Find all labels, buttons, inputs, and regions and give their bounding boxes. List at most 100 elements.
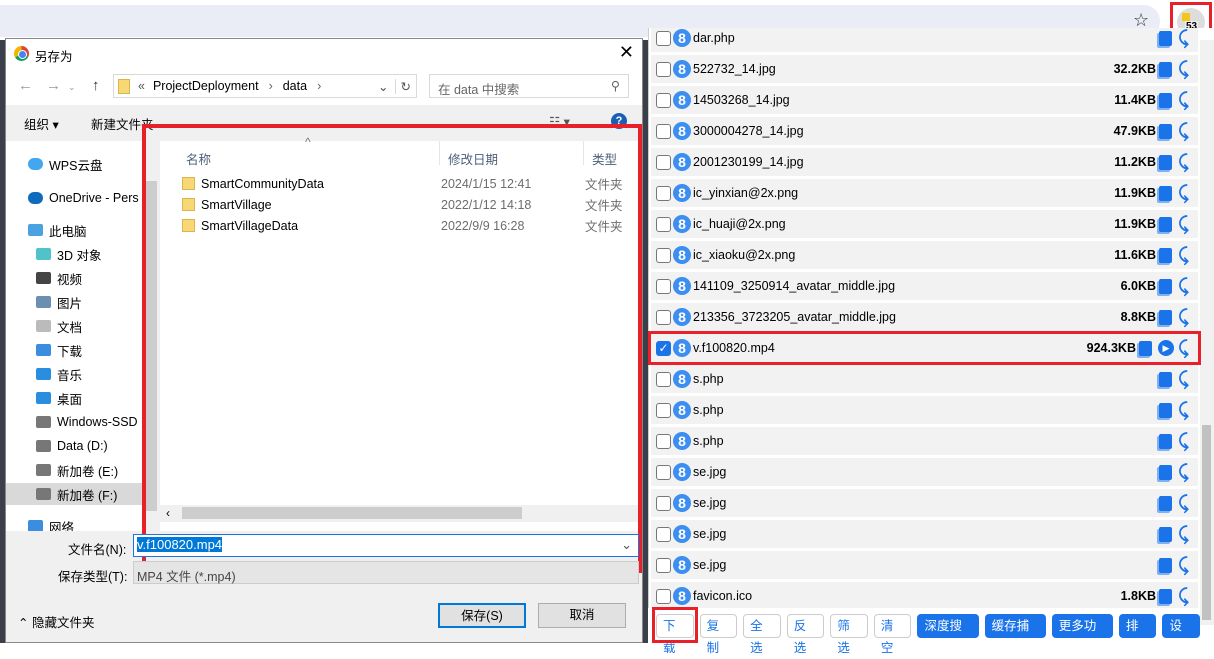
list-item[interactable]: 8 ic_huaji@2x.png 11.9KB ⤹ — [651, 210, 1198, 238]
tree-item[interactable]: 新加卷 (E:) — [36, 459, 118, 481]
copy-icon[interactable] — [1159, 371, 1172, 387]
copy-icon[interactable] — [1159, 557, 1172, 573]
download-icon[interactable]: ⤹ — [1178, 59, 1192, 80]
tree-item[interactable]: 3D 对象 — [36, 243, 101, 265]
close-icon[interactable]: ✕ — [619, 42, 634, 63]
tree-item[interactable]: OneDrive - Pers — [28, 187, 139, 209]
panel-button[interactable]: 深度搜索 — [917, 613, 979, 655]
list-item[interactable]: 8 se.jpg ⤹ — [651, 489, 1198, 517]
list-item[interactable]: 8 3000004278_14.jpg 47.9KB ⤹ — [651, 117, 1198, 145]
download-icon[interactable]: ⤹ — [1178, 90, 1192, 111]
list-item[interactable]: 8 213356_3723205_avatar_middle.jpg 8.8KB… — [651, 303, 1198, 331]
panel-button[interactable]: 排序 — [1118, 613, 1157, 655]
copy-icon[interactable] — [1159, 433, 1172, 449]
download-icon[interactable]: ⤹ — [1178, 183, 1192, 204]
panel-button[interactable]: 缓存捕捉 — [984, 613, 1046, 655]
organize-menu[interactable]: 组织 ▾ — [24, 114, 59, 133]
chevron-down-icon[interactable]: ⌄ — [378, 79, 388, 94]
panel-button[interactable]: 设置 — [1162, 613, 1201, 655]
tree-item[interactable]: 音乐 — [36, 363, 82, 385]
tree-item[interactable]: 新加卷 (F:) — [6, 483, 143, 505]
item-checkbox[interactable] — [656, 433, 671, 449]
panel-button[interactable]: 更多功能 — [1051, 613, 1113, 655]
item-checkbox[interactable] — [656, 371, 671, 387]
item-checkbox[interactable] — [656, 495, 671, 511]
tree-item[interactable]: Windows-SSD — [36, 411, 138, 433]
tree-item[interactable]: Data (D:) — [36, 435, 108, 457]
copy-icon[interactable] — [1159, 526, 1172, 542]
panel-button[interactable]: 复制 — [699, 613, 738, 655]
tree-item[interactable]: 下载 — [36, 339, 82, 361]
download-icon[interactable]: ⤹ — [1178, 152, 1192, 173]
copy-icon[interactable] — [1159, 92, 1172, 108]
tree-item[interactable]: WPS云盘 — [28, 153, 102, 175]
item-checkbox[interactable] — [656, 123, 671, 139]
recent-chevron-icon[interactable]: ⌄ — [68, 82, 76, 93]
tree-item[interactable]: 此电脑 — [28, 219, 87, 241]
download-icon[interactable]: ⤹ — [1178, 276, 1192, 297]
panel-scrollbar[interactable] — [1200, 40, 1214, 625]
item-checkbox[interactable] — [656, 185, 671, 201]
list-item[interactable]: 8 2001230199_14.jpg 11.2KB ⤹ — [651, 148, 1198, 176]
breadcrumb-item[interactable]: ProjectDeployment — [153, 79, 259, 93]
cancel-button[interactable]: 取消 — [538, 603, 626, 628]
panel-button[interactable]: 全选 — [743, 613, 781, 655]
copy-icon[interactable] — [1159, 154, 1172, 170]
refresh-icon[interactable]: ↻ — [394, 78, 416, 94]
list-item[interactable]: 8 dar.php ⤹ — [651, 28, 1198, 52]
list-item[interactable]: 8 522732_14.jpg 32.2KB ⤹ — [651, 55, 1198, 83]
download-icon[interactable]: ⤹ — [1178, 462, 1192, 483]
save-button[interactable]: 保存(S) — [438, 603, 526, 628]
tree-item[interactable]: 桌面 — [36, 387, 82, 409]
copy-icon[interactable] — [1159, 588, 1172, 604]
item-checkbox[interactable] — [656, 588, 671, 604]
item-checkbox[interactable] — [656, 30, 671, 46]
back-arrow-icon[interactable]: ← — [18, 77, 33, 94]
download-icon[interactable]: ⤹ — [1178, 121, 1192, 142]
item-checkbox[interactable] — [656, 557, 671, 573]
list-item[interactable]: 8 14503268_14.jpg 11.4KB ⤹ — [651, 86, 1198, 114]
list-item[interactable]: 8 favicon.ico 1.8KB ⤹ — [651, 582, 1198, 610]
download-icon[interactable]: ⤹ — [1178, 524, 1192, 545]
tree-item[interactable]: 图片 — [36, 291, 82, 313]
search-input[interactable]: 在 data 中搜索 ⚲ — [429, 74, 629, 98]
download-icon[interactable]: ⤹ — [1178, 245, 1192, 266]
item-checkbox[interactable] — [656, 216, 671, 232]
list-item[interactable]: 8 se.jpg ⤹ — [651, 520, 1198, 548]
copy-icon[interactable] — [1159, 216, 1172, 232]
filetype-select[interactable]: MP4 文件 (*.mp4) — [133, 561, 639, 584]
download-icon[interactable]: ⤹ — [1178, 431, 1192, 452]
breadcrumb-item[interactable]: data — [283, 79, 307, 93]
tree-item[interactable]: 网络 — [28, 515, 74, 531]
path-bar[interactable]: « ProjectDeployment › data › ⌄ ↻ — [113, 74, 417, 98]
list-item[interactable]: 8 ic_xiaoku@2x.png 11.6KB ⤹ — [651, 241, 1198, 269]
copy-icon[interactable] — [1159, 309, 1172, 325]
panel-button[interactable]: 反选 — [786, 613, 825, 655]
copy-icon[interactable] — [1159, 185, 1172, 201]
copy-icon[interactable] — [1159, 278, 1172, 294]
forward-arrow-icon[interactable]: → — [46, 77, 61, 94]
path-overflow[interactable]: « — [138, 79, 145, 93]
download-icon[interactable]: ⤹ — [1178, 493, 1192, 514]
copy-icon[interactable] — [1159, 495, 1172, 511]
list-item[interactable]: 8 s.php ⤹ — [651, 396, 1198, 424]
download-icon[interactable]: ⤹ — [1178, 586, 1192, 607]
item-checkbox[interactable] — [656, 92, 671, 108]
list-item[interactable]: 8 141109_3250914_avatar_middle.jpg 6.0KB… — [651, 272, 1198, 300]
download-icon[interactable]: ⤹ — [1178, 400, 1192, 421]
panel-button[interactable]: 筛选 — [830, 613, 868, 655]
download-icon[interactable]: ⤹ — [1178, 28, 1192, 49]
item-checkbox[interactable] — [656, 278, 671, 294]
copy-icon[interactable] — [1159, 61, 1172, 77]
download-icon[interactable]: ⤹ — [1178, 555, 1192, 576]
item-checkbox[interactable] — [656, 402, 671, 418]
list-item[interactable]: 8 s.php ⤹ — [651, 427, 1198, 455]
item-checkbox[interactable] — [656, 247, 671, 263]
download-icon[interactable]: ⤹ — [1178, 369, 1192, 390]
copy-icon[interactable] — [1159, 247, 1172, 263]
filename-input[interactable]: v.f100820.mp4 ⌄ — [133, 534, 639, 557]
copy-icon[interactable] — [1159, 123, 1172, 139]
item-checkbox[interactable] — [656, 309, 671, 325]
hide-folders-toggle[interactable]: ⌃ 隐藏文件夹 — [18, 612, 94, 631]
download-icon[interactable]: ⤹ — [1178, 307, 1192, 328]
